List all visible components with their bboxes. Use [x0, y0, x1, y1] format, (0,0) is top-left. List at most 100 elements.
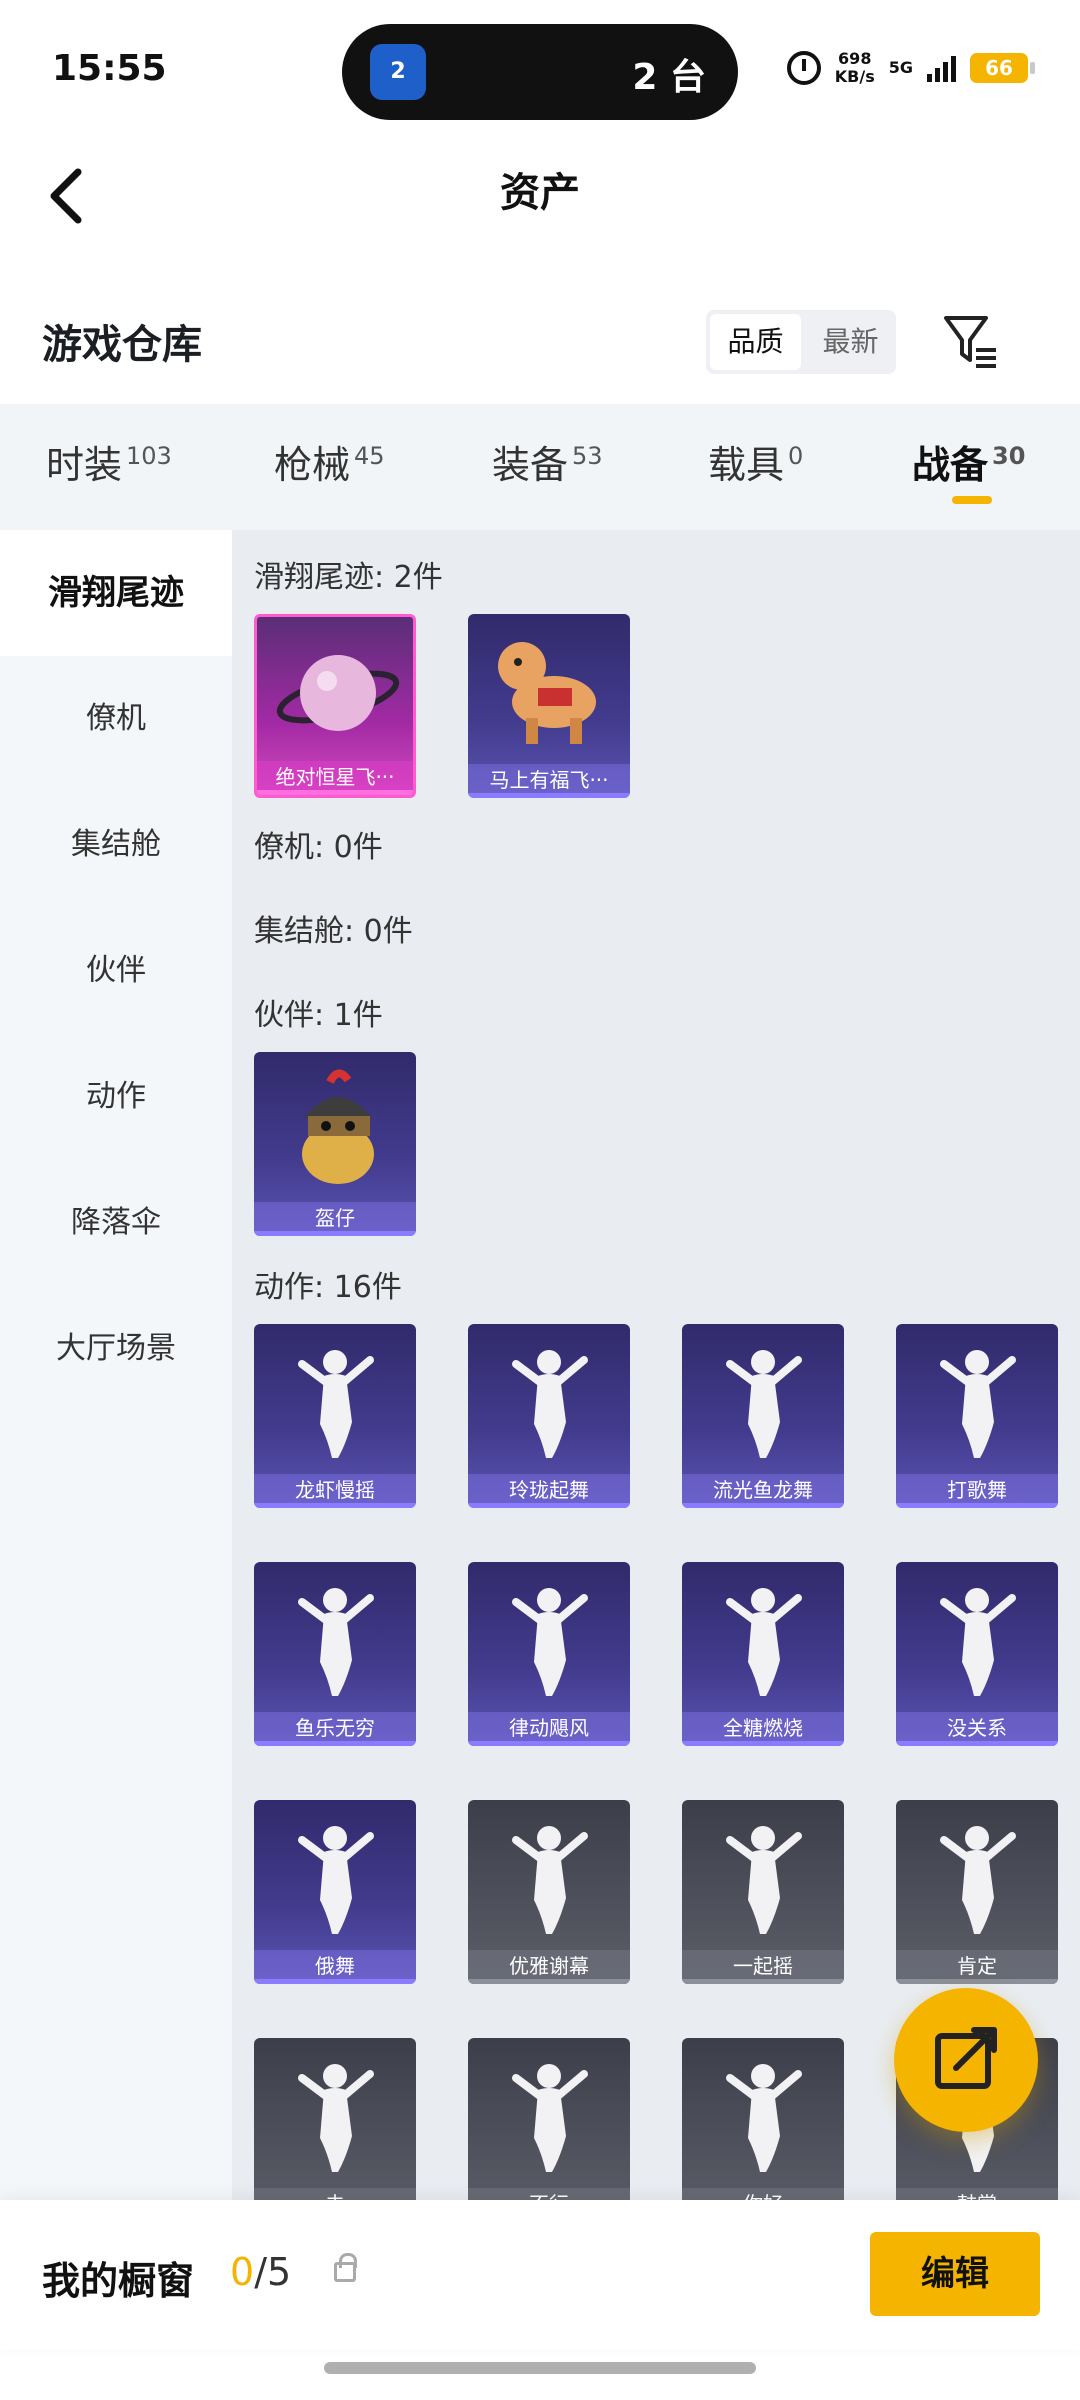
net-type: 5G — [888, 58, 913, 77]
dancer-icon — [512, 1350, 588, 1458]
item-name: 优雅谢幕 — [468, 1950, 630, 1984]
showcase-label: 我的橱窗 — [42, 2259, 195, 2303]
dancer-icon — [512, 2064, 588, 2172]
emote-card[interactable]: 鱼乐无穷 — [254, 1562, 416, 1746]
item-name: 律动飓风 — [468, 1712, 630, 1746]
alarm-icon — [786, 51, 821, 85]
item-name: 去 — [254, 2188, 416, 2200]
item-name: 鼓掌 — [896, 2188, 1058, 2200]
emote-card[interactable]: 龙虾慢摇 — [254, 1324, 416, 1508]
item-name: 肯定 — [896, 1950, 1058, 1984]
hotspot-icon: 2 — [370, 44, 426, 100]
dancer-icon — [940, 1588, 1016, 1696]
share-button[interactable] — [894, 1988, 1038, 2132]
dancer-icon — [512, 1588, 588, 1696]
dancer-icon — [940, 1826, 1016, 1934]
emote-card[interactable]: 全糖燃烧 — [682, 1562, 844, 1746]
item-name: 盔仔 — [254, 1202, 416, 1236]
item-name: 绝对恒星飞··· — [257, 761, 413, 795]
tab-readiness[interactable]: 战备 30 — [912, 434, 1025, 489]
group-label-emote: 动作: 16件 — [254, 1270, 402, 1305]
item-name: 打歌舞 — [896, 1474, 1058, 1508]
battery-icon: 66 — [970, 53, 1035, 83]
status-bar: 15:55 2 2 台 698 KB/s 5G 66 — [0, 0, 1080, 140]
filter-icon[interactable] — [940, 310, 1000, 370]
group-label-wingman: 僚机: 0件 — [254, 830, 383, 865]
island-text: 2 台 — [632, 57, 706, 98]
tab-equipment[interactable]: 装备 53 — [492, 434, 603, 489]
dancer-icon — [298, 1350, 374, 1458]
item-content: 滑翔尾迹: 2件 绝对恒星飞··· 马上有福飞··· 僚机: 0件 集结舱: 0… — [232, 530, 1080, 2200]
item-name: 流光鱼龙舞 — [682, 1474, 844, 1508]
dancer-icon — [940, 1350, 1016, 1458]
item-name: 俄舞 — [254, 1950, 416, 1984]
status-icons: 698 KB/s 5G 66 — [786, 49, 1035, 86]
item-card[interactable]: 绝对恒星飞··· — [254, 614, 416, 798]
app-header: 资产 — [0, 140, 1080, 260]
sort-toggle: 品质 最新 — [706, 310, 896, 374]
item-name: 一起摇 — [682, 1950, 844, 1984]
emote-card[interactable]: 律动飓风 — [468, 1562, 630, 1746]
tab-fashion[interactable]: 时装 103 — [46, 434, 172, 489]
emote-card[interactable]: 打歌舞 — [896, 1324, 1058, 1508]
section-bar: 游戏仓库 品质 最新 — [0, 290, 1080, 390]
nav-item-glide-trail[interactable]: 滑翔尾迹 — [0, 530, 232, 656]
tab-guns[interactable]: 枪械 45 — [274, 434, 385, 489]
dancer-icon — [298, 1826, 374, 1934]
group-label-partner: 伙伴: 1件 — [254, 998, 383, 1033]
dancer-icon — [298, 2064, 374, 2172]
dancer-icon — [726, 1826, 802, 1934]
emote-card[interactable]: 不行 — [468, 2038, 630, 2200]
emote-card[interactable]: 流光鱼龙舞 — [682, 1324, 844, 1508]
left-nav: 滑翔尾迹 僚机 集结舱 伙伴 动作 降落伞 大厅场景 — [0, 530, 232, 2200]
emote-card[interactable]: 俄舞 — [254, 1800, 416, 1984]
dancer-icon — [726, 2064, 802, 2172]
status-time: 15:55 — [52, 48, 167, 89]
emote-card[interactable]: 优雅谢幕 — [468, 1800, 630, 1984]
dynamic-island[interactable]: 2 2 台 — [342, 24, 738, 120]
item-name: 全糖燃烧 — [682, 1712, 844, 1746]
group-label-glide: 滑翔尾迹: 2件 — [254, 560, 443, 595]
emote-card[interactable]: 没关系 — [896, 1562, 1058, 1746]
dancer-icon — [726, 1350, 802, 1458]
emote-card[interactable]: 一起摇 — [682, 1800, 844, 1984]
page-title: 资产 — [500, 170, 580, 216]
item-name: 没关系 — [896, 1712, 1058, 1746]
tab-underline — [952, 496, 992, 504]
dancer-icon — [298, 1588, 374, 1696]
nav-item-emote[interactable]: 动作 — [0, 1034, 232, 1160]
item-card[interactable]: 马上有福飞··· — [468, 614, 630, 798]
planet-icon — [276, 655, 400, 731]
item-name: 不行 — [468, 2188, 630, 2200]
item-name: 马上有福飞··· — [468, 764, 630, 798]
dancer-icon — [726, 1588, 802, 1696]
item-name: 龙虾慢摇 — [254, 1474, 416, 1508]
dancer-icon — [512, 1826, 588, 1934]
nav-item-wingman[interactable]: 僚机 — [0, 656, 232, 782]
edit-button[interactable]: 编辑 — [870, 2232, 1040, 2316]
bottom-bar: 我的橱窗 0/5 编辑 — [0, 2200, 1080, 2350]
nav-item-partner[interactable]: 伙伴 — [0, 908, 232, 1034]
sort-quality[interactable]: 品质 — [710, 314, 801, 370]
nav-item-lobby[interactable]: 大厅场景 — [0, 1286, 232, 1412]
item-card[interactable]: 盔仔 — [254, 1052, 416, 1236]
emote-card[interactable]: 你好 — [682, 2038, 844, 2200]
signal-icon — [927, 54, 956, 82]
emote-card[interactable]: 肯定 — [896, 1800, 1058, 1984]
share-icon — [935, 2027, 997, 2089]
item-name: 你好 — [682, 2188, 844, 2200]
tab-vehicles[interactable]: 载具 0 — [708, 434, 803, 489]
home-indicator[interactable] — [324, 2362, 756, 2374]
nav-item-parachute[interactable]: 降落伞 — [0, 1160, 232, 1286]
showcase-count: 0/5 — [230, 2250, 292, 2294]
emote-card[interactable]: 玲珑起舞 — [468, 1324, 630, 1508]
chick-helmet-icon — [302, 1069, 374, 1184]
net-speed: 698 KB/s — [834, 49, 875, 86]
nav-item-pod[interactable]: 集结舱 — [0, 782, 232, 908]
sort-newest[interactable]: 最新 — [805, 310, 896, 374]
emote-card[interactable]: 去 — [254, 2038, 416, 2200]
group-label-pod: 集结舱: 0件 — [254, 914, 413, 949]
lock-icon — [334, 2253, 357, 2282]
horse-toy-icon — [498, 642, 596, 744]
category-tabs: 时装 103 枪械 45 装备 53 载具 0 战备 30 — [0, 404, 1080, 530]
